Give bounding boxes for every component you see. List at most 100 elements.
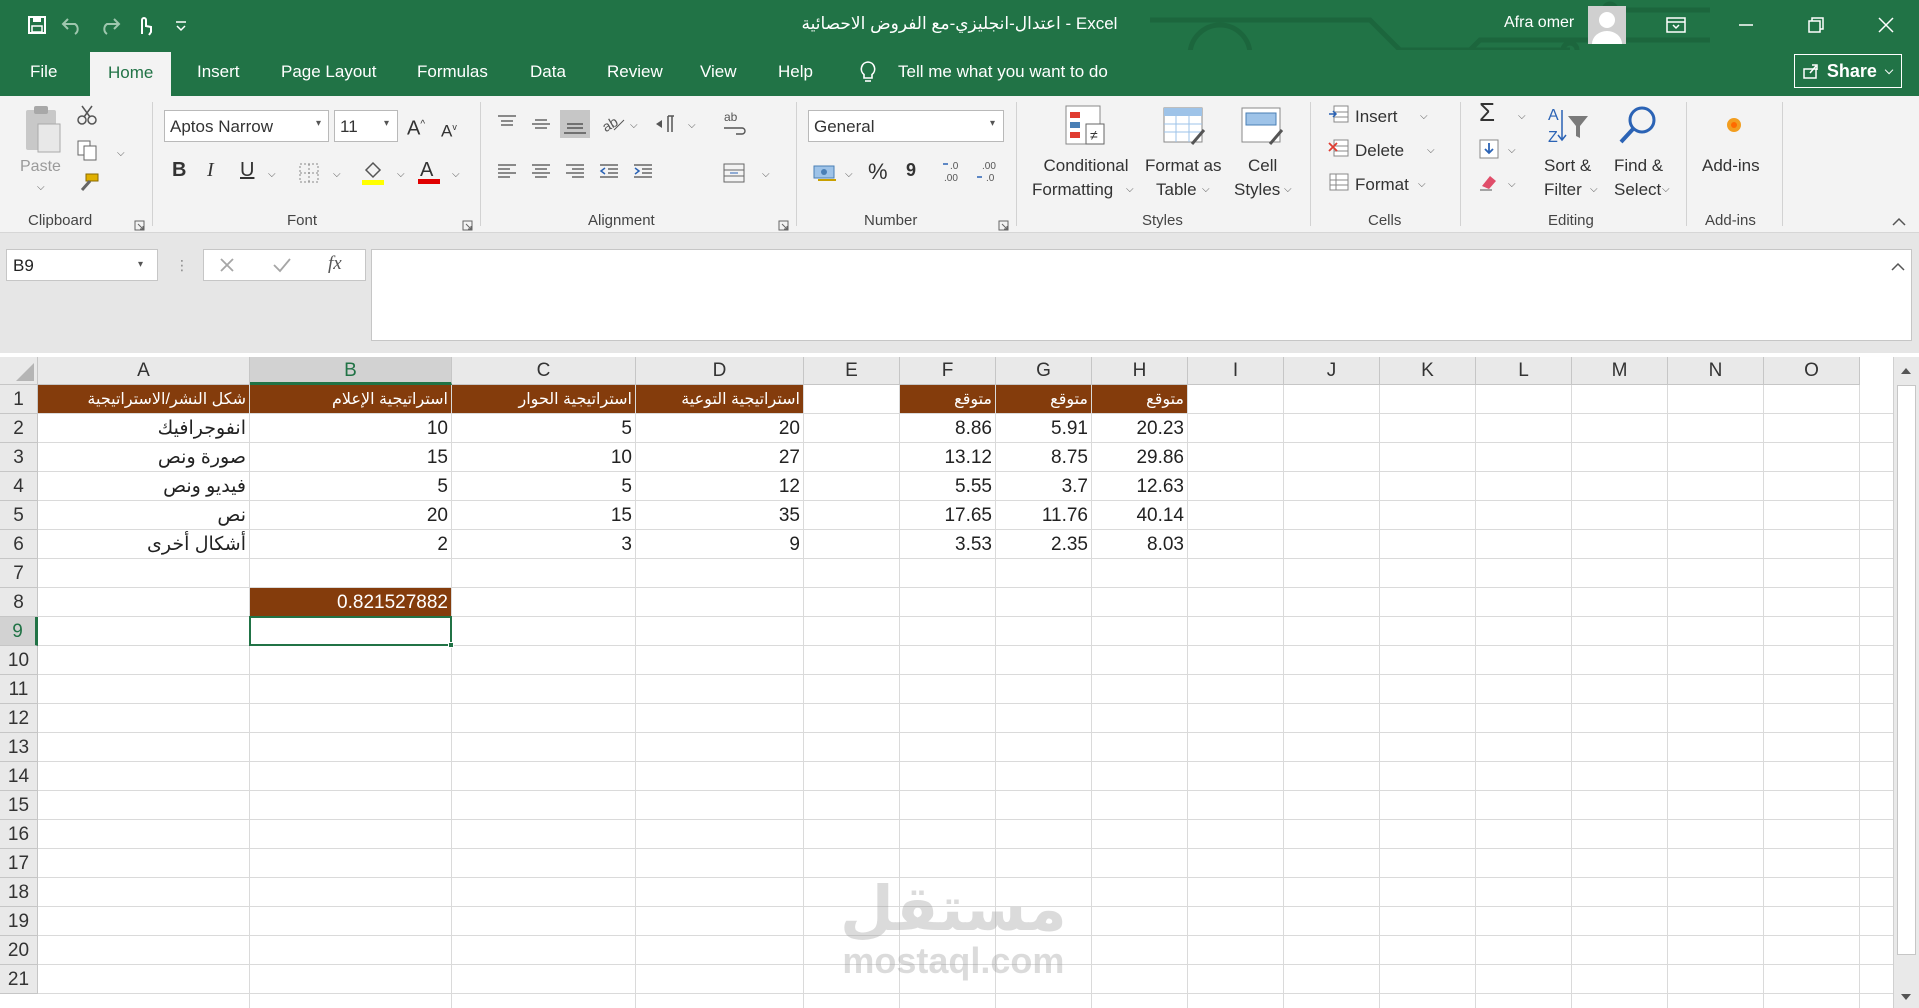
row-header-4[interactable]: 4 [0, 472, 38, 501]
cell-d4[interactable]: 12 [636, 472, 803, 500]
sort-filter-label-1[interactable]: Sort & [1544, 154, 1591, 178]
cut-icon[interactable] [76, 104, 98, 131]
increase-indent-icon[interactable] [632, 162, 654, 187]
align-center-icon[interactable] [530, 162, 552, 187]
insert-cells-button[interactable]: Insert [1355, 105, 1398, 129]
tab-page-layout[interactable]: Page Layout [281, 62, 376, 82]
tab-formulas[interactable]: Formulas [417, 62, 488, 82]
row-header-19[interactable]: 19 [0, 907, 38, 936]
chevron-down-icon[interactable]: ⌵ [1202, 184, 1210, 195]
chevron-down-icon[interactable]: ▾ [990, 118, 995, 129]
tab-view[interactable]: View [700, 62, 737, 82]
grow-font-icon[interactable]: A^ [407, 113, 425, 141]
cell-d1[interactable]: استراتيجية التوعية [636, 385, 803, 413]
cell-styles-icon[interactable] [1240, 104, 1286, 153]
cell-g3[interactable]: 8.75 [996, 443, 1091, 471]
column-header-n[interactable]: N [1668, 357, 1764, 385]
conditional-formatting-icon[interactable]: ≠ [1062, 104, 1106, 153]
autosum-icon[interactable]: Σ [1479, 99, 1495, 125]
chevron-down-icon[interactable]: ⌵ [1418, 179, 1426, 190]
row-header-21[interactable]: 21 [0, 965, 38, 994]
text-direction-icon[interactable] [654, 114, 678, 139]
cell-c6[interactable]: 3 [452, 530, 635, 558]
clear-icon[interactable] [1478, 172, 1500, 197]
insert-cells-icon[interactable] [1328, 104, 1350, 129]
row-header-10[interactable]: 10 [0, 646, 38, 675]
column-header-k[interactable]: K [1380, 357, 1476, 385]
cell-h1[interactable]: متوقع [1092, 385, 1187, 413]
cell-b4[interactable]: 5 [250, 472, 451, 500]
sort-filter-icon[interactable]: AZ [1546, 104, 1592, 153]
cell-b5[interactable]: 20 [250, 501, 451, 529]
decrease-indent-icon[interactable] [598, 162, 620, 187]
cell-b1[interactable]: استراتيجية الإعلام [250, 385, 451, 413]
name-box[interactable]: B9 [6, 249, 158, 281]
lightbulb-icon[interactable] [858, 60, 878, 89]
delete-cells-icon[interactable] [1328, 138, 1350, 163]
paste-dropdown-icon[interactable]: ⌵ [37, 182, 45, 193]
cell-g4[interactable]: 3.7 [996, 472, 1091, 500]
add-ins-icon[interactable] [1723, 114, 1745, 141]
row-header-6[interactable]: 6 [0, 530, 38, 559]
cell-h6[interactable]: 8.03 [1092, 530, 1187, 558]
cell-d3[interactable]: 27 [636, 443, 803, 471]
tab-help[interactable]: Help [778, 62, 813, 82]
fill-icon[interactable] [1478, 138, 1500, 165]
cell-a4[interactable]: فيديو ونص [38, 472, 249, 500]
column-header-a[interactable]: A [38, 357, 250, 385]
copy-icon[interactable] [76, 139, 98, 166]
cell-d2[interactable]: 20 [636, 414, 803, 442]
cell-g5[interactable]: 11.76 [996, 501, 1091, 529]
fill-handle[interactable] [448, 642, 454, 648]
cell-a3[interactable]: صورة ونص [38, 443, 249, 471]
row-header-9[interactable]: 9 [0, 617, 38, 646]
avatar[interactable] [1588, 6, 1626, 44]
column-header-j[interactable]: J [1284, 357, 1380, 385]
row-header-7[interactable]: 7 [0, 559, 38, 588]
close-icon[interactable] [1866, 8, 1906, 42]
cell-c5[interactable]: 15 [452, 501, 635, 529]
row-header-13[interactable]: 13 [0, 733, 38, 762]
tab-file[interactable]: File [30, 62, 57, 82]
chevron-down-icon[interactable]: ⌵ [333, 169, 341, 180]
cell-b6[interactable]: 2 [250, 530, 451, 558]
cell-h4[interactable]: 12.63 [1092, 472, 1187, 500]
chevron-down-icon[interactable]: ⌵ [397, 169, 405, 180]
more-options-icon[interactable]: ⋮ [175, 257, 189, 274]
chevron-down-icon[interactable]: ▾ [384, 118, 389, 129]
cell-f5[interactable]: 17.65 [900, 501, 995, 529]
tab-insert[interactable]: Insert [197, 62, 240, 82]
user-name[interactable]: Afra omer [1504, 14, 1574, 32]
cell-f3[interactable]: 13.12 [900, 443, 995, 471]
row-header-20[interactable]: 20 [0, 936, 38, 965]
cell-c1[interactable]: استراتيجية الحوار [452, 385, 635, 413]
font-color-icon[interactable]: A [416, 158, 442, 191]
chevron-down-icon[interactable]: ⌵ [268, 169, 276, 180]
cell-h2[interactable]: 20.23 [1092, 414, 1187, 442]
tab-home[interactable]: Home [90, 52, 172, 96]
paste-icon[interactable] [22, 104, 62, 161]
column-header-e[interactable]: E [804, 357, 900, 385]
find-select-label-2[interactable]: Select [1614, 178, 1661, 202]
increase-decimal-icon[interactable]: .0.00 [942, 158, 970, 189]
cell-f1[interactable]: متوقع [900, 385, 995, 413]
cell-g2[interactable]: 5.91 [996, 414, 1091, 442]
cell-g1[interactable]: متوقع [996, 385, 1091, 413]
format-cells-icon[interactable] [1328, 172, 1350, 197]
cell-b2[interactable]: 10 [250, 414, 451, 442]
underline-button[interactable]: U [240, 158, 254, 182]
column-header-i[interactable]: I [1188, 357, 1284, 385]
format-painter-icon[interactable] [76, 172, 100, 199]
chevron-down-icon[interactable]: ⌵ [1662, 184, 1670, 195]
merge-center-icon[interactable] [722, 162, 746, 189]
row-header-5[interactable]: 5 [0, 501, 38, 530]
decrease-decimal-icon[interactable]: .00.0 [976, 158, 1004, 189]
align-middle-icon[interactable] [530, 114, 552, 139]
font-name-select[interactable]: Aptos Narrow [164, 110, 329, 142]
cell-styles-label-1[interactable]: Cell [1248, 154, 1277, 178]
comma-style-button[interactable]: 9 [906, 158, 916, 182]
cancel-icon[interactable] [218, 256, 236, 279]
tab-review[interactable]: Review [607, 62, 663, 82]
conditional-formatting-label-1[interactable]: Conditional [1040, 154, 1132, 178]
row-header-17[interactable]: 17 [0, 849, 38, 878]
